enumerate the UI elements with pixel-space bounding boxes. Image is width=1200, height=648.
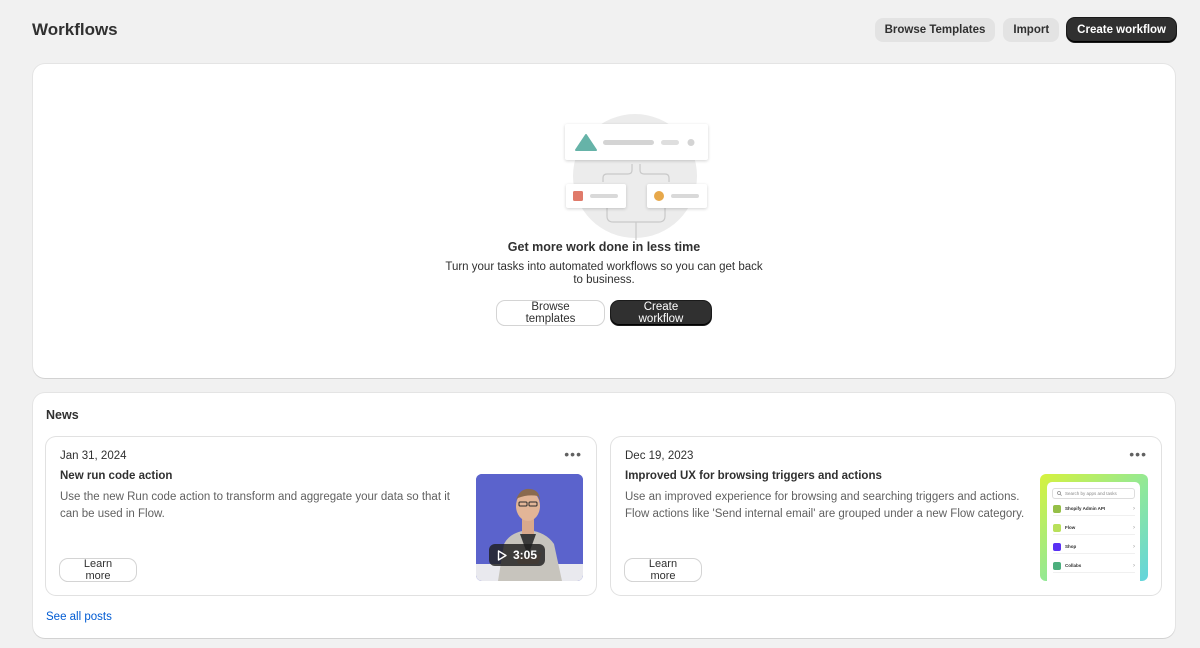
page-header: Workflows Browse Templates Import Create… [32, 16, 1176, 44]
play-icon [497, 549, 507, 561]
shop-app-icon [1053, 542, 1061, 551]
learn-more-button[interactable]: Learn more [625, 558, 701, 582]
mockup-row-label: Collabs [1065, 563, 1082, 568]
empty-state-description: Turn your tasks into automated workflows… [445, 261, 763, 286]
feature-thumbnail[interactable]: Search by apps and tasks Shopify Admin A… [1040, 474, 1148, 581]
news-date: Jan 31, 2024 [60, 450, 127, 462]
mockup-row: Collabs › [1053, 559, 1135, 573]
browse-templates-secondary-button[interactable]: Browse templates [497, 301, 604, 325]
app-screen-mockup: Search by apps and tasks Shopify Admin A… [1047, 482, 1140, 581]
create-workflow-primary-button[interactable]: Create workflow [611, 301, 711, 325]
browse-templates-button[interactable]: Browse Templates [874, 18, 996, 42]
trigger-triangle-icon [575, 134, 695, 151]
mockup-row-label: Shop [1065, 544, 1077, 549]
see-all-posts-link[interactable]: See all posts [46, 611, 112, 623]
mockup-row-label: Flow [1065, 525, 1076, 530]
chevron-right-icon: › [1133, 505, 1135, 512]
mockup-search-field: Search by apps and tasks [1052, 488, 1135, 499]
news-item-body: Use an improved experience for browsing … [625, 491, 1025, 520]
empty-state-card: Get more work done in less time Turn you… [33, 64, 1175, 378]
shopify-bag-icon [1053, 504, 1061, 513]
news-item: Dec 19, 2023 ••• Improved UX for browsin… [611, 437, 1161, 595]
flow-app-icon [1053, 523, 1061, 532]
learn-more-button[interactable]: Learn more [60, 558, 136, 582]
chevron-right-icon: › [1133, 524, 1135, 531]
mockup-row: Flow › [1053, 521, 1135, 535]
empty-state-heading: Get more work done in less time [507, 240, 701, 254]
action-card-right [647, 184, 707, 208]
news-item-title: Improved UX for browsing triggers and ac… [625, 470, 882, 482]
news-item-title: New run code action [60, 470, 173, 482]
video-duration-text: 3:05 [512, 548, 538, 562]
red-square-icon [573, 191, 618, 201]
mockup-row-label: Shopify Admin API [1065, 506, 1106, 511]
collabs-app-icon [1053, 561, 1061, 570]
ellipsis-icon[interactable]: ••• [564, 447, 582, 461]
news-card: News Jan 31, 2024 ••• New run code actio… [33, 393, 1175, 638]
news-date: Dec 19, 2023 [625, 450, 694, 462]
news-item: Jan 31, 2024 ••• New run code action Use… [46, 437, 596, 595]
video-duration-badge: 3:05 [489, 544, 545, 566]
workflow-illustration [561, 112, 711, 240]
empty-state-actions: Browse templates Create workflow [33, 301, 1175, 325]
mockup-row: Shopify Admin API › [1053, 502, 1135, 516]
import-button[interactable]: Import [1003, 18, 1060, 42]
ellipsis-icon[interactable]: ••• [1129, 447, 1147, 461]
orange-circle-icon [654, 191, 699, 201]
header-actions: Browse Templates Import Create workflow [874, 18, 1176, 42]
video-thumbnail[interactable]: 3:05 [476, 474, 583, 581]
chevron-right-icon: › [1133, 543, 1135, 550]
mockup-search-placeholder: Search by apps and tasks [1065, 491, 1117, 496]
news-item-body: Use the new Run code action to transform… [60, 491, 450, 520]
trigger-card [565, 124, 708, 160]
search-icon [1057, 491, 1062, 496]
mockup-row: Shop › [1053, 540, 1135, 554]
news-heading: News [46, 408, 79, 422]
create-workflow-button[interactable]: Create workflow [1067, 18, 1176, 42]
action-card-left [566, 184, 626, 208]
chevron-right-icon: › [1133, 562, 1135, 569]
page-title: Workflows [32, 20, 118, 39]
